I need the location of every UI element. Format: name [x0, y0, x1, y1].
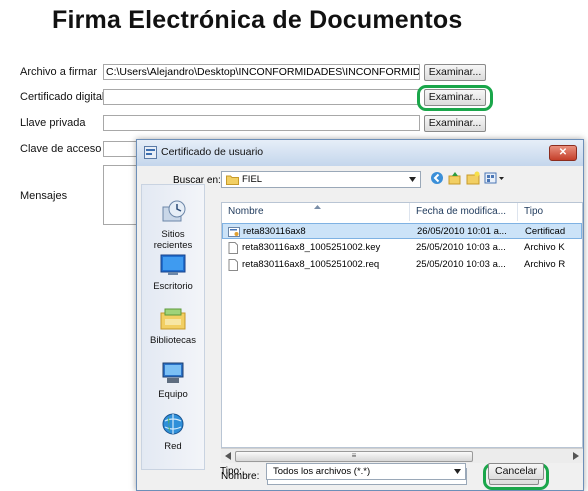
place-label: Red [164, 441, 182, 452]
scroll-left-icon[interactable] [225, 452, 231, 460]
back-icon[interactable] [430, 171, 444, 185]
folder-icon [226, 175, 239, 185]
desktop-icon [160, 254, 186, 275]
file-date: 25/05/2010 10:03 a... [416, 242, 506, 253]
recent-places-icon [162, 200, 186, 222]
llave-field[interactable] [103, 115, 420, 131]
tipo-value: Todos los archivos (*.*) [273, 466, 371, 477]
clave-label: Clave de acceso [20, 143, 102, 155]
certificado-field[interactable] [103, 89, 420, 105]
certificate-file-icon [228, 227, 240, 237]
network-icon [162, 413, 184, 435]
examinar-archivo-button[interactable]: Examinar... [424, 64, 486, 81]
file-dialog: Certificado de usuario ✕ Buscar en: FIEL [136, 139, 584, 491]
place-label: Equipo [158, 389, 188, 400]
file-date: 25/05/2010 10:03 a... [416, 259, 506, 270]
column-header-type[interactable]: Tipo [518, 203, 582, 221]
close-icon: ✕ [558, 147, 568, 158]
file-row[interactable]: reta830116ax8_1005251002.key 25/05/2010 … [222, 240, 582, 256]
file-name: reta830116ax8 [243, 226, 306, 237]
cancel-button[interactable]: Cancelar [488, 463, 544, 480]
archivo-field[interactable]: C:\Users\Alejandro\Desktop\INCONFORMIDAD… [103, 64, 420, 80]
file-list: Nombre Fecha de modifica... Tipo reta830… [221, 202, 583, 448]
sort-ascending-icon [314, 205, 321, 209]
certificado-label: Certificado digital [20, 91, 105, 103]
column-label: Nombre [228, 206, 264, 217]
examinar-certificado-button[interactable]: Examinar... [424, 89, 486, 106]
tipo-combo[interactable]: Todos los archivos (*.*) [266, 463, 466, 480]
file-type: Archivo R [524, 259, 566, 270]
place-label: Bibliotecas [150, 335, 196, 346]
place-desktop[interactable]: Escritorio [142, 253, 204, 292]
file-date: 26/05/2010 10:01 a... [417, 226, 507, 237]
lookin-combo[interactable]: FIEL [221, 171, 421, 188]
dialog-titlebar[interactable]: Certificado de usuario ✕ [137, 140, 583, 166]
scroll-grip: ≡ [351, 451, 357, 460]
place-libraries[interactable]: Bibliotecas [142, 307, 204, 346]
column-header-date[interactable]: Fecha de modifica... [410, 203, 518, 221]
file-type: Archivo K [524, 242, 565, 253]
page-title: Firma Electrónica de Documentos [52, 6, 463, 34]
place-computer[interactable]: Equipo [142, 361, 204, 400]
file-icon [228, 242, 238, 254]
lookin-value: FIEL [242, 174, 263, 185]
dialog-toolbar [430, 171, 510, 187]
dropdown-arrow-icon[interactable] [454, 469, 461, 474]
place-network[interactable]: Red [142, 413, 204, 452]
dropdown-arrow-icon[interactable] [409, 177, 416, 182]
place-label: Escritorio [153, 281, 193, 292]
mensajes-label: Mensajes [20, 190, 68, 202]
libraries-icon [160, 308, 186, 330]
column-header-name[interactable]: Nombre [222, 203, 410, 221]
tipo-label: Tipo: [220, 466, 242, 477]
dialog-body: Buscar en: FIEL Sitios recientes Escrito… [137, 166, 583, 490]
file-name: reta830116ax8_1005251002.req [242, 259, 380, 270]
file-name: reta830116ax8_1005251002.key [242, 242, 381, 253]
dialog-app-icon [144, 146, 157, 159]
place-recent[interactable]: Sitios recientes [142, 199, 204, 251]
file-row[interactable]: reta830116ax8 26/05/2010 10:01 a... Cert… [222, 223, 582, 239]
new-folder-icon[interactable] [466, 171, 480, 185]
place-label: Sitios recientes [153, 229, 193, 251]
computer-icon [162, 362, 184, 383]
scroll-right-icon[interactable] [573, 452, 579, 460]
examinar-llave-button[interactable]: Examinar... [424, 115, 486, 132]
up-folder-icon[interactable] [448, 171, 462, 185]
places-bar: Sitios recientes Escritorio Bibliotecas [141, 184, 205, 470]
archivo-label: Archivo a firmar [20, 66, 98, 78]
file-row[interactable]: reta830116ax8_1005251002.req 25/05/2010 … [222, 257, 582, 273]
horizontal-scrollbar[interactable]: ≡ [221, 448, 583, 463]
dialog-title: Certificado de usuario [161, 146, 264, 158]
scroll-thumb[interactable]: ≡ [235, 451, 473, 462]
view-menu-icon[interactable] [484, 171, 506, 185]
file-type: Certificad [525, 226, 566, 237]
file-icon [228, 259, 238, 271]
dialog-close-button[interactable]: ✕ [549, 145, 577, 161]
llave-label: Llave privada [20, 117, 86, 129]
